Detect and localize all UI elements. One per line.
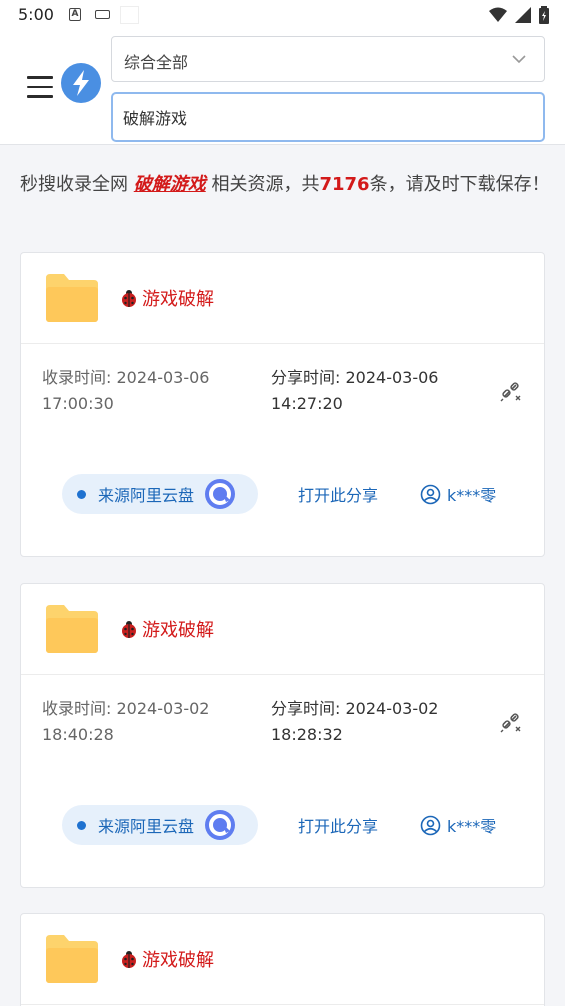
results-summary: 秒搜收录全网 破解游戏 相关资源，共7176条，请及时下载保存！ bbox=[20, 170, 550, 200]
battery-icon bbox=[539, 6, 549, 24]
collected-clock: 17:00:30 bbox=[42, 394, 114, 413]
result-card[interactable]: 游戏破解 收录时间: 2024-03-06 17:00:30 分享时间: 202… bbox=[20, 252, 545, 557]
result-actions: 来源阿里云盘 打开此分享 k***零 bbox=[62, 805, 496, 845]
chevron-down-icon bbox=[512, 55, 526, 64]
result-card-body: 收录时间: 2024-03-02 18:40:28 分享时间: 2024-03-… bbox=[21, 675, 544, 886]
sharer-user[interactable]: k***零 bbox=[420, 482, 496, 506]
result-card-header[interactable]: 游戏破解 bbox=[21, 914, 544, 1005]
category-select[interactable]: 综合全部 bbox=[111, 36, 545, 82]
collected-label: 收录时间: bbox=[42, 368, 117, 387]
notification-a-icon: A bbox=[69, 8, 81, 21]
shared-date: 2024-03-02 bbox=[345, 699, 439, 718]
unlink-icon[interactable] bbox=[499, 710, 523, 734]
summary-prefix: 秒搜收录全网 bbox=[20, 174, 134, 195]
user-circle-icon bbox=[420, 484, 441, 504]
folder-icon bbox=[46, 935, 98, 983]
summary-suffix: 条，请及时下载保存！ bbox=[369, 174, 550, 195]
keyboard-icon bbox=[95, 10, 110, 19]
ladybug-icon bbox=[122, 951, 136, 968]
result-card[interactable]: 游戏破解 收录时间: 2024-03-02 18:40:28 分享时间: 202… bbox=[20, 583, 545, 888]
aliyun-drive-icon bbox=[205, 479, 236, 509]
signal-icon bbox=[515, 7, 531, 23]
shared-time: 分享时间: 2024-03-02 18:28:32 bbox=[271, 696, 461, 748]
result-title-text: 游戏破解 bbox=[142, 289, 214, 310]
source-badge[interactable]: 来源阿里云盘 bbox=[62, 474, 258, 514]
shared-label: 分享时间: bbox=[271, 699, 346, 718]
status-time: 5:00 bbox=[18, 5, 54, 24]
source-badge[interactable]: 来源阿里云盘 bbox=[62, 805, 258, 845]
unlink-icon[interactable] bbox=[499, 379, 523, 403]
shared-clock: 14:27:20 bbox=[271, 394, 343, 413]
shared-clock: 18:28:32 bbox=[271, 725, 343, 744]
top-header: 综合全部 bbox=[0, 30, 565, 145]
lightning-logo-icon[interactable] bbox=[61, 63, 101, 103]
category-select-value: 综合全部 bbox=[124, 53, 189, 72]
summary-middle: 相关资源，共 bbox=[205, 174, 320, 195]
ladybug-icon bbox=[122, 290, 136, 307]
collected-date: 2024-03-06 bbox=[116, 368, 210, 387]
wifi-icon bbox=[489, 7, 507, 22]
source-label: 来源阿里云盘 bbox=[98, 817, 195, 836]
shared-time: 分享时间: 2024-03-06 14:27:20 bbox=[271, 365, 461, 417]
sharer-user[interactable]: k***零 bbox=[420, 813, 496, 837]
open-share-link[interactable]: 打开此分享 bbox=[298, 482, 378, 506]
status-right bbox=[489, 6, 549, 24]
summary-count: 7176 bbox=[319, 174, 370, 195]
collected-time: 收录时间: 2024-03-06 17:00:30 bbox=[42, 365, 222, 417]
result-actions: 来源阿里云盘 打开此分享 k***零 bbox=[62, 474, 496, 514]
folder-icon bbox=[46, 274, 98, 322]
notification-blank-icon bbox=[120, 6, 139, 24]
aliyun-drive-icon bbox=[205, 810, 236, 840]
sharer-name: k***零 bbox=[447, 817, 497, 836]
search-input[interactable] bbox=[111, 92, 545, 142]
result-card-header[interactable]: 游戏破解 bbox=[21, 584, 544, 675]
user-circle-icon bbox=[420, 815, 441, 835]
result-title[interactable]: 游戏破解 bbox=[119, 285, 214, 311]
result-title-text: 游戏破解 bbox=[142, 950, 214, 971]
result-card[interactable]: 游戏破解 bbox=[20, 913, 545, 1006]
source-label: 来源阿里云盘 bbox=[98, 486, 195, 505]
result-title[interactable]: 游戏破解 bbox=[119, 946, 214, 972]
shared-date: 2024-03-06 bbox=[345, 368, 439, 387]
source-dot bbox=[77, 820, 86, 830]
result-card-body: 收录时间: 2024-03-06 17:00:30 分享时间: 2024-03-… bbox=[21, 344, 544, 555]
folder-icon bbox=[46, 605, 98, 653]
collected-clock: 18:40:28 bbox=[42, 725, 114, 744]
collected-label: 收录时间: bbox=[42, 699, 117, 718]
ladybug-icon bbox=[122, 621, 136, 638]
sharer-name: k***零 bbox=[447, 486, 497, 505]
source-dot bbox=[77, 489, 86, 499]
menu-icon[interactable] bbox=[27, 76, 53, 98]
collected-date: 2024-03-02 bbox=[116, 699, 210, 718]
status-bar: 5:00 A bbox=[0, 0, 565, 30]
result-title[interactable]: 游戏破解 bbox=[119, 616, 214, 642]
open-share-link[interactable]: 打开此分享 bbox=[298, 813, 378, 837]
shared-label: 分享时间: bbox=[271, 368, 346, 387]
result-card-header[interactable]: 游戏破解 bbox=[21, 253, 544, 344]
collected-time: 收录时间: 2024-03-02 18:40:28 bbox=[42, 696, 222, 748]
summary-keyword-link[interactable]: 破解游戏 bbox=[134, 174, 206, 195]
result-title-text: 游戏破解 bbox=[142, 620, 214, 641]
